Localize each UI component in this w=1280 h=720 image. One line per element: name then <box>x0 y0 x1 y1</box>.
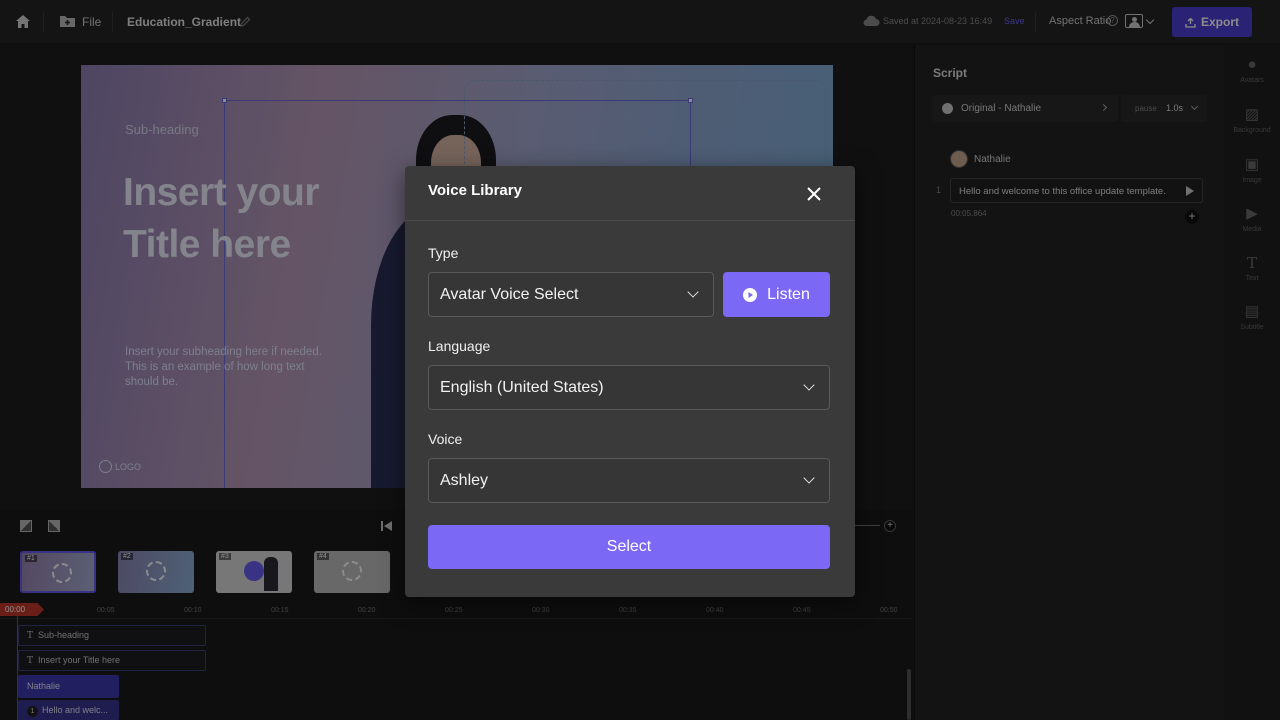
type-select-value: Avatar Voice Select <box>440 285 579 303</box>
chevron-down-icon <box>803 379 815 391</box>
select-label: Select <box>606 538 652 555</box>
voice-select-value: Ashley <box>440 471 489 489</box>
type-label: Type <box>428 245 459 261</box>
dialog-header: Voice Library <box>405 166 855 221</box>
voice-library-dialog: Voice Library Type Avatar Voice Select L… <box>405 166 855 597</box>
voice-select[interactable]: Ashley <box>428 458 830 503</box>
chevron-down-icon <box>687 286 699 298</box>
language-select[interactable]: English (United States) <box>428 365 830 410</box>
listen-label: Listen <box>767 285 810 303</box>
language-select-value: English (United States) <box>440 378 604 396</box>
select-button[interactable]: Select <box>428 525 830 569</box>
dialog-title: Voice Library <box>428 182 522 199</box>
chevron-down-icon <box>803 472 815 484</box>
voice-label: Voice <box>428 431 463 447</box>
listen-button[interactable]: Listen <box>723 272 830 317</box>
play-circle-icon <box>743 287 758 302</box>
language-label: Language <box>428 338 491 354</box>
type-select[interactable]: Avatar Voice Select <box>428 272 714 317</box>
close-icon[interactable] <box>807 187 821 201</box>
